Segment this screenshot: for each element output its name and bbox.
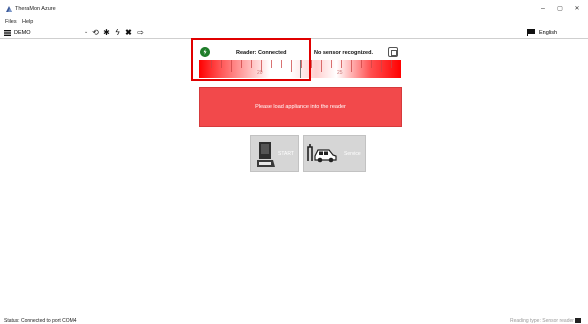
delete-icon[interactable]: ✖ — [124, 29, 133, 37]
gauge-tick — [371, 60, 372, 68]
gauge-tick — [331, 60, 332, 68]
device-list-icon — [4, 30, 11, 36]
menu-help[interactable]: Help — [22, 19, 33, 25]
menu-files[interactable]: Files — [5, 19, 17, 25]
start-label: START — [278, 151, 294, 157]
sensor-info-button[interactable] — [388, 47, 398, 57]
reader-device-icon — [257, 142, 275, 167]
maximize-button[interactable]: ▢ — [553, 4, 567, 14]
sensor-status: No sensor recognized. — [314, 50, 373, 56]
gauge-tick — [381, 60, 382, 72]
export-icon[interactable]: ⇨ — [136, 29, 145, 37]
connection-status-text: Status: Connected to port COM4 — [4, 318, 77, 324]
app-logo-icon — [6, 6, 12, 12]
car-service-icon — [307, 144, 337, 163]
flash-icon[interactable]: ϟ — [113, 29, 122, 37]
service-label: Service — [344, 151, 361, 157]
reading-type-text: Reading type: Sensor reader — [510, 318, 574, 324]
banner-message: Please load appliance into the reader — [255, 104, 346, 110]
gauge-label-25: 25 — [337, 70, 343, 76]
minimize-button[interactable]: – — [536, 4, 550, 14]
language-label: English — [539, 30, 558, 36]
device-select[interactable]: DEMO ⌄ — [4, 29, 92, 37]
refresh-icon[interactable]: ⟲ — [91, 29, 100, 37]
start-button[interactable]: START — [250, 135, 299, 172]
gauge-tick — [321, 60, 322, 72]
service-button[interactable]: Service — [303, 135, 366, 172]
gauge-tick — [391, 60, 392, 68]
window-title: TheraMon Azure — [15, 6, 56, 12]
close-button[interactable]: ✕ — [570, 4, 584, 14]
gauge-tick — [311, 60, 312, 68]
gauge-tick — [351, 60, 352, 72]
reader-type-icon — [575, 318, 581, 323]
language-select[interactable]: English — [527, 29, 582, 37]
load-appliance-banner: Please load appliance into the reader — [199, 87, 402, 127]
title-bar: TheraMon Azure – ▢ ✕ — [0, 0, 588, 18]
device-select-value: DEMO — [14, 30, 31, 36]
bluetooth-icon[interactable]: ✱ — [102, 29, 111, 37]
chevron-down-icon: ⌄ — [84, 29, 89, 35]
menu-bar: Files Help — [0, 18, 588, 27]
gauge-tick — [341, 60, 342, 68]
flag-icon — [527, 29, 535, 36]
reader-highlight-box — [191, 38, 311, 81]
status-bar: Status: Connected to port COM4 Reading t… — [0, 318, 588, 324]
gauge-tick — [361, 60, 362, 68]
